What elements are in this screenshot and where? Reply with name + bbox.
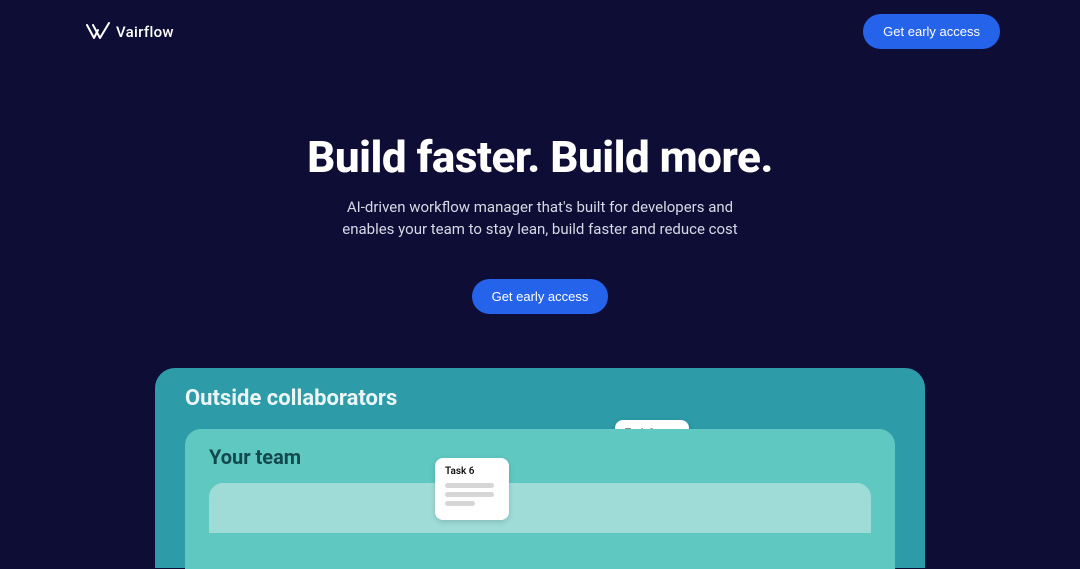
hero-cta-wrapper: Get early access: [0, 279, 1080, 314]
your-team-label: Your team: [209, 445, 871, 469]
hero-section: Build faster. Build more. AI-driven work…: [0, 131, 1080, 314]
placeholder-line: [445, 501, 475, 506]
hero-title: Build faster. Build more.: [0, 131, 1080, 183]
collaborators-illustration: Outside collaborators Task 8 Task 9 Your…: [155, 368, 925, 568]
task-card: Task 6: [435, 458, 509, 520]
hero-cta-button[interactable]: Get early access: [472, 279, 609, 314]
logo: Vairflow: [86, 22, 174, 42]
hero-subtitle: AI-driven workflow manager that's built …: [330, 197, 750, 241]
header-cta-button[interactable]: Get early access: [863, 14, 1000, 49]
placeholder-line: [445, 483, 494, 488]
inner-layer: Task 6: [209, 483, 871, 533]
outside-collaborators-label: Outside collaborators: [185, 386, 895, 411]
vairflow-logo-icon: [86, 22, 110, 42]
logo-text: Vairflow: [116, 23, 174, 41]
task-title: Task 6: [445, 466, 499, 477]
team-layer: Your team Task 6: [185, 429, 895, 569]
placeholder-line: [445, 492, 494, 497]
header: Vairflow Get early access: [0, 0, 1080, 63]
